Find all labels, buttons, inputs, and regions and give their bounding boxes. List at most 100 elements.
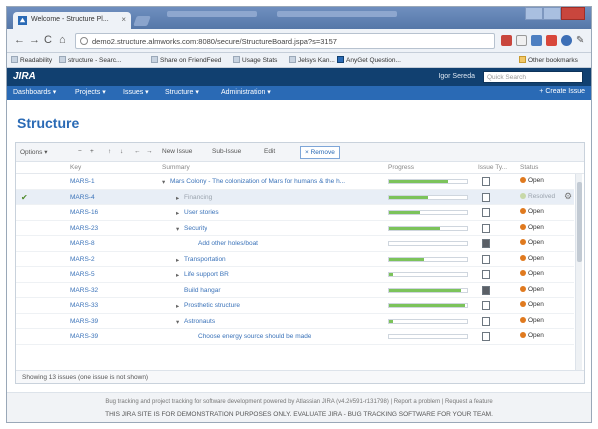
issue-key-link[interactable]: MARS-1 (70, 178, 95, 185)
issue-summary-link[interactable]: Security (184, 225, 207, 232)
reload-icon[interactable]: C (44, 34, 52, 46)
table-row[interactable]: MARS-23 ▾ Security Open (16, 221, 574, 236)
options-menu[interactable]: Options ▾ (20, 148, 47, 156)
nav-issues[interactable]: Issues ▾ (123, 88, 149, 96)
bookmark-item[interactable]: Readability (11, 56, 52, 64)
issue-key-link[interactable]: MARS-8 (70, 240, 95, 247)
home-icon[interactable]: ⌂ (59, 34, 66, 46)
quick-search-input[interactable]: Quick Search (483, 71, 583, 83)
issue-type-icon (482, 177, 490, 186)
issue-key-link[interactable]: MARS-39 (70, 318, 98, 325)
new-tab-button[interactable] (133, 16, 151, 26)
expand-button[interactable]: + (90, 148, 94, 155)
nav-administration[interactable]: Administration ▾ (221, 88, 271, 96)
extension-icon[interactable] (561, 35, 572, 46)
bookmarks-bar: Readability structure - Searc... Share o… (7, 53, 591, 68)
issue-summary-link[interactable]: Transportation (184, 256, 226, 263)
issue-summary-link[interactable]: Choose energy source should be made (198, 333, 311, 340)
other-bookmarks[interactable]: Other bookmarks (519, 56, 578, 64)
table-row[interactable]: ✔ MARS-4 ▸ Financing Resolved ⚙ (16, 189, 574, 205)
column-summary[interactable]: Summary (162, 164, 190, 171)
issue-key-link[interactable]: MARS-33 (70, 302, 98, 309)
scrollbar-thumb[interactable] (577, 182, 582, 262)
address-bar[interactable]: demo2.structure.almworks.com:8080/secure… (75, 33, 495, 49)
nav-structure[interactable]: Structure ▾ (165, 88, 199, 96)
table-row[interactable]: MARS-1 ▾ Mars Colony - The colonization of… (16, 174, 574, 190)
bookmark-item[interactable]: Jelsys Kan... (289, 56, 335, 64)
extension-icon[interactable] (546, 35, 557, 46)
remove-button[interactable]: × Remove (300, 146, 340, 159)
issue-key-link[interactable]: MARS-4 (70, 194, 95, 201)
table-row[interactable]: MARS-33 ▸ Prosthetic structure Open (16, 298, 574, 314)
browser-tabbar: Welcome - Structure Pl... × (7, 7, 591, 29)
browser-tab[interactable]: Welcome - Structure Pl... × (13, 12, 131, 29)
move-right-icon[interactable]: → (146, 148, 153, 155)
table-row[interactable]: MARS-32 Build hangar Open (16, 283, 574, 298)
nav-dashboards[interactable]: Dashboards ▾ (13, 88, 56, 96)
issue-key-link[interactable]: MARS-32 (70, 287, 98, 294)
expand-toggle-icon[interactable]: ▸ (176, 271, 179, 279)
issue-key-link[interactable]: MARS-23 (70, 225, 98, 232)
extension-icon[interactable] (531, 35, 542, 46)
wrench-icon[interactable]: ✎ (576, 35, 587, 46)
bookmark-item[interactable]: AnyGet Question... (337, 56, 401, 64)
issue-summary-link[interactable]: Life support BR (184, 271, 229, 278)
issue-key-link[interactable]: MARS-5 (70, 271, 95, 278)
close-window-button[interactable] (561, 7, 585, 20)
issue-summary-link[interactable]: Mars Colony - The colonization of Mars f… (170, 178, 345, 185)
collapse-toggle-icon[interactable]: ▾ (176, 318, 179, 326)
collapse-toggle-icon[interactable]: ▾ (176, 225, 179, 233)
column-issue-type[interactable]: Issue Ty... (478, 164, 507, 171)
expand-toggle-icon[interactable]: ▸ (176, 302, 179, 310)
table-row[interactable]: MARS-2 ▸ Transportation Open (16, 252, 574, 267)
forward-icon[interactable]: → (29, 34, 40, 46)
vertical-scrollbar[interactable] (575, 174, 582, 370)
collapse-toggle-icon[interactable]: ▾ (162, 178, 165, 186)
column-key[interactable]: Key (70, 164, 81, 171)
extension-icon[interactable] (501, 35, 512, 46)
table-row[interactable]: MARS-5 ▸ Life support BR Open (16, 267, 574, 283)
issue-summary-link[interactable]: Prosthetic structure (184, 302, 240, 309)
jira-logo[interactable]: JIRA (13, 71, 36, 82)
column-progress[interactable]: Progress (388, 164, 414, 171)
tab-close-icon[interactable]: × (121, 15, 126, 24)
issue-summary-link[interactable]: Astronauts (184, 318, 215, 325)
user-menu[interactable]: Igor Sereda (438, 73, 475, 80)
folder-icon (519, 56, 526, 63)
move-up-icon[interactable]: ↑ (108, 148, 111, 155)
issue-key-link[interactable]: MARS-16 (70, 209, 98, 216)
issue-summary-link[interactable]: Build hangar (184, 287, 221, 294)
issue-summary-link[interactable]: User stories (184, 209, 219, 216)
bookmark-item[interactable]: Usage Stats (233, 56, 277, 64)
issue-summary-link[interactable]: Add other holes/boat (198, 240, 258, 247)
issue-key-link[interactable]: MARS-39 (70, 333, 98, 340)
expand-toggle-icon[interactable]: ▸ (176, 256, 179, 264)
table-row[interactable]: MARS-39 Choose energy source should be ma… (16, 329, 574, 345)
row-actions-gear-icon[interactable]: ⚙ (564, 191, 572, 202)
move-down-icon[interactable]: ↓ (120, 148, 123, 155)
table-row[interactable]: MARS-39 ▾ Astronauts Open (16, 314, 574, 329)
expand-toggle-icon[interactable]: ▸ (176, 194, 179, 202)
footer-links[interactable]: Bug tracking and project tracking for so… (7, 399, 591, 405)
collapse-button[interactable]: − (78, 148, 82, 155)
bookmark-item[interactable]: Share on FriendFeed (151, 56, 221, 64)
minimize-button[interactable] (525, 7, 543, 20)
move-left-icon[interactable]: ← (134, 148, 141, 155)
column-header-row: Key Summary Progress Issue Ty... Status (16, 162, 584, 174)
bookmark-item[interactable]: structure - Searc... (59, 56, 121, 64)
issue-key-link[interactable]: MARS-2 (70, 256, 95, 263)
maximize-button[interactable] (543, 7, 561, 20)
expand-toggle-icon[interactable]: ▸ (176, 209, 179, 217)
sub-issue-button[interactable]: Sub-Issue (212, 148, 241, 155)
bookmark-star-icon[interactable] (516, 35, 527, 46)
create-issue-link[interactable]: + Create Issue (539, 88, 585, 95)
status-icon (520, 192, 526, 199)
table-row[interactable]: MARS-8 Add other holes/boat Open (16, 236, 574, 252)
back-icon[interactable]: ← (14, 34, 25, 46)
issue-summary-link[interactable]: Financing (184, 194, 212, 201)
table-row[interactable]: MARS-16 ▸ User stories Open (16, 205, 574, 221)
edit-button[interactable]: Edit (264, 148, 275, 155)
new-issue-button[interactable]: New Issue (162, 148, 192, 155)
nav-projects[interactable]: Projects ▾ (75, 88, 106, 96)
column-status[interactable]: Status (520, 164, 538, 171)
